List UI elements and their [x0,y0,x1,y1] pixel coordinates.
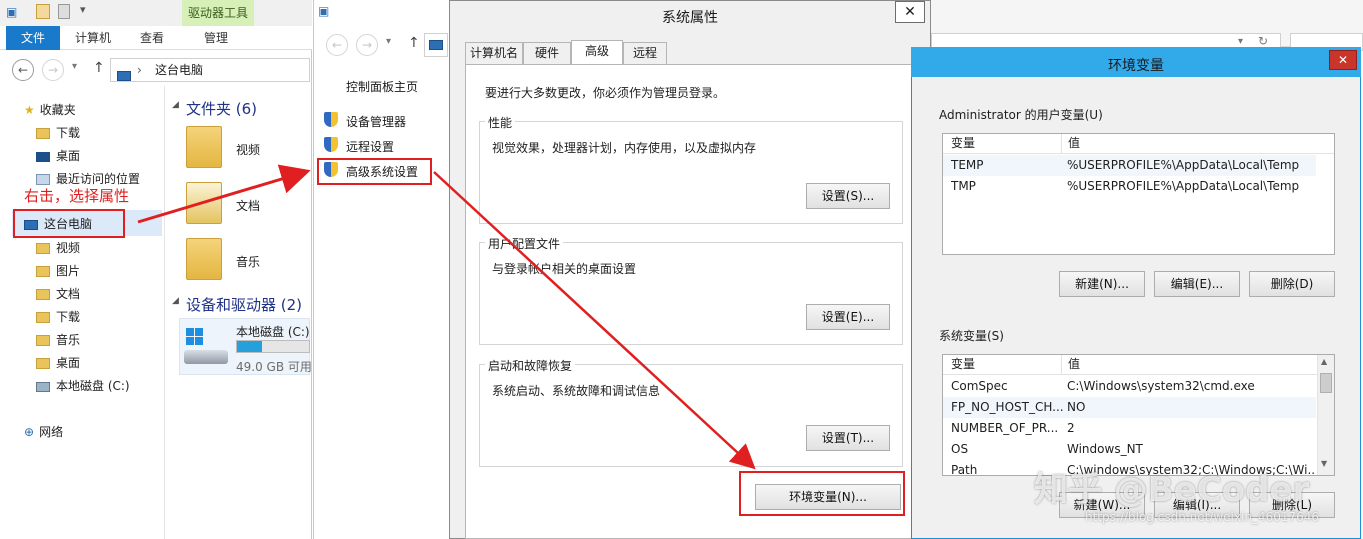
annotation-arrows [137,164,756,470]
watermark-text: 知乎 @BeCoder [1034,470,1310,510]
arrow-to-env-button [433,171,756,470]
watermark-url: https://blog.csdn.net/weixin_46017646 [1085,510,1320,524]
arrow-to-advanced-settings [137,164,311,224]
